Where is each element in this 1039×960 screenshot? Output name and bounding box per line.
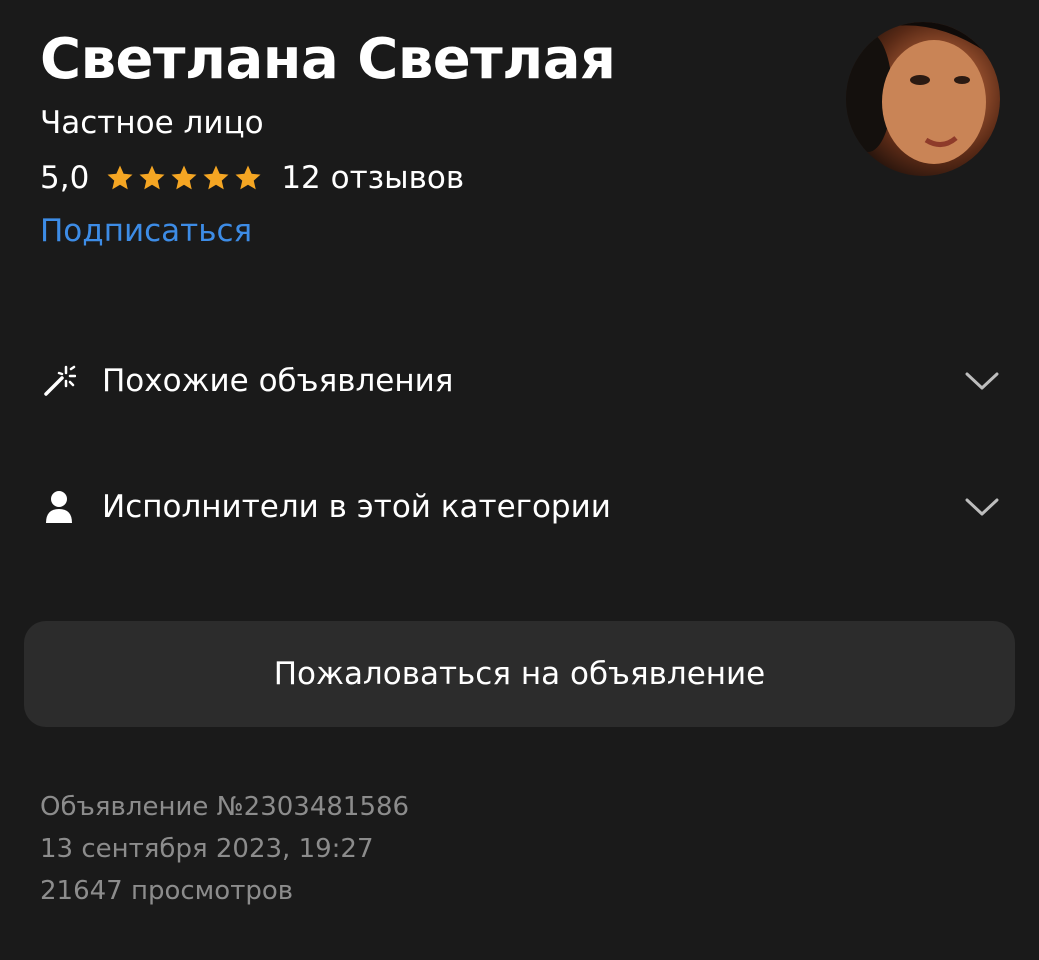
ad-views: 21647 просмотров [40, 876, 294, 906]
star-icon [235, 165, 261, 190]
star-icon [203, 165, 229, 190]
seller-name: Светлана Светлая [40, 27, 616, 92]
ad-number: Объявление №2303481586 [40, 792, 410, 822]
avatar[interactable] [846, 22, 1000, 176]
category-performers-label: Исполнители в этой категории [102, 489, 611, 525]
subscribe-link[interactable]: Подписаться [40, 210, 252, 252]
star-icon [107, 165, 133, 190]
chevron-down-icon[interactable] [964, 363, 1000, 399]
reviews-count-link[interactable]: 12 отзывов [281, 160, 464, 196]
star-icon [139, 165, 165, 190]
ad-date: 13 сентября 2023, 19:27 [40, 834, 374, 864]
magic-wand-icon [40, 362, 78, 400]
rating-row[interactable]: 5,0 12 отзывов [40, 157, 464, 199]
person-icon [40, 488, 78, 526]
report-ad-button[interactable]: Пожаловаться на объявление [24, 621, 1015, 727]
similar-ads-item[interactable]: Похожие объявления [40, 351, 1000, 411]
rating-value: 5,0 [40, 160, 90, 196]
profile-photo-icon [846, 22, 986, 164]
similar-ads-label: Похожие объявления [102, 363, 454, 399]
ad-meta: Объявление №2303481586 13 сентября 2023,… [40, 786, 409, 912]
category-performers-item[interactable]: Исполнители в этой категории [40, 477, 1000, 537]
chevron-down-icon[interactable] [964, 489, 1000, 525]
seller-type: Частное лицо [40, 105, 264, 141]
star-icon [171, 165, 197, 190]
rating-stars [105, 163, 263, 193]
